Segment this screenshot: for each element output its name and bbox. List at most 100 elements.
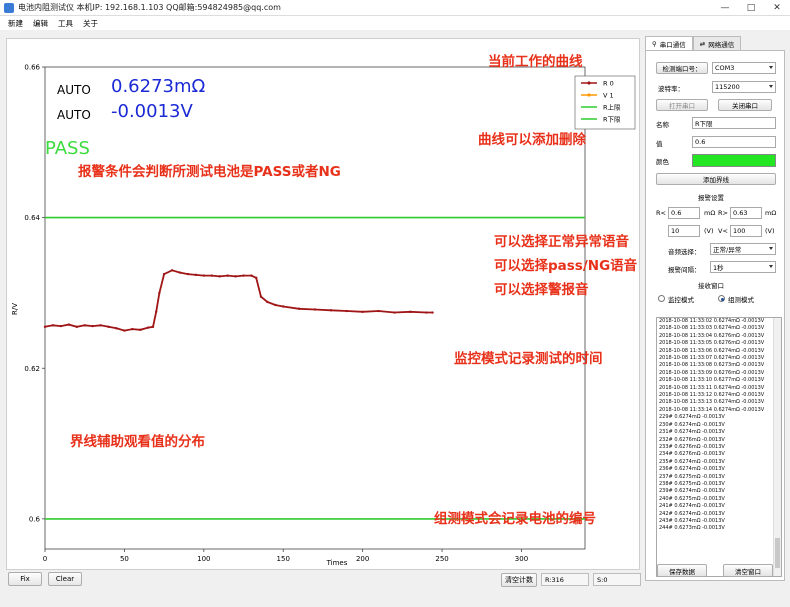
x-tick-label: 50 <box>120 555 129 563</box>
value-input[interactable]: 0.6 <box>692 136 776 148</box>
data-point <box>393 311 396 314</box>
data-point <box>147 326 150 329</box>
y-tick-label: 0.6 <box>29 515 41 523</box>
name-input[interactable]: R下限 <box>692 117 776 129</box>
data-point <box>67 323 71 326</box>
settings-panel: ⚲ 串口通信 ⇄ 网络通信 检测端口号： COM3 波特率： 115200 打开… <box>645 36 785 581</box>
data-point <box>194 273 198 277</box>
resistance-value: 0.6273mΩ <box>111 76 206 97</box>
bottom-bar: Fix Clear 清空计数 R:316 S:0 <box>0 572 645 590</box>
y-tick-label: 0.66 <box>24 64 40 72</box>
color-swatch[interactable] <box>692 154 776 167</box>
log-line: 2018-10-08 11:33:06 0.6274mΩ -0.0013V <box>659 347 765 354</box>
data-point <box>131 327 134 331</box>
menu-item-edit[interactable]: 编辑 <box>33 18 48 29</box>
log-line: 2018-10-08 11:33:07 0.6274mΩ -0.0013V <box>659 355 765 362</box>
receive-log[interactable]: 2018-10-08 11:33:02 0.6274mΩ -0.0013V 201… <box>656 317 782 577</box>
log-line: 230# 0.6274mΩ -0.0013V <box>659 421 725 428</box>
interval-select[interactable]: 1秒 <box>710 261 776 273</box>
log-line: 2018-10-08 11:33:05 0.6276mΩ -0.0013V <box>659 340 765 347</box>
data-point <box>255 276 258 280</box>
chevron-down-icon <box>769 265 773 268</box>
voice-select[interactable]: 正常/异常 <box>710 243 776 255</box>
close-port-button[interactable]: 关闭串口 <box>718 99 772 111</box>
r-upper-label: R> <box>718 209 728 217</box>
save-data-button[interactable]: 保存数据 <box>657 564 707 577</box>
clear-window-button[interactable]: 清空窗口 <box>723 564 773 577</box>
line-chart: 0.66 0.64 0.62 0.6 0 50 100 150 200 250 300 Times… <box>11 64 636 567</box>
data-point <box>186 272 190 276</box>
port-select[interactable]: COM3 <box>712 62 776 74</box>
data-point <box>91 324 94 328</box>
add-boundary-button[interactable]: 添加界线 <box>656 173 776 185</box>
data-point <box>170 269 174 272</box>
voice-label: 音频选择： <box>668 248 701 256</box>
menu-item-about[interactable]: 关于 <box>83 18 98 29</box>
plug-icon: ⚲ <box>652 40 657 48</box>
port-select-value: COM3 <box>715 64 735 72</box>
annotation-voice-3: 可以选择警报音 <box>494 282 589 298</box>
clear-button[interactable]: Clear <box>48 572 82 586</box>
annotation-current-curve: 当前工作的曲线 <box>488 54 583 70</box>
plot-panel: 0.66 0.64 0.62 0.6 0 50 100 150 200 250 300 Times… <box>6 38 640 570</box>
chevron-down-icon <box>769 66 773 69</box>
chart-legend: R 0 V 1 R上限 R下限 <box>574 75 636 130</box>
log-line: 2018-10-08 11:33:14 0.6274mΩ -0.0013V <box>659 406 765 413</box>
legend-label-lower: R下限 <box>603 115 621 124</box>
log-line: 2018-10-08 11:33:08 0.6273mΩ -0.0013V <box>659 362 765 369</box>
x-tick-label: 100 <box>197 555 210 563</box>
x-tick-label: 0 <box>43 555 47 563</box>
r-lower-unit: mΩ <box>704 209 716 217</box>
log-scrollbar-thumb[interactable] <box>775 538 780 568</box>
data-point <box>139 328 142 332</box>
data-point <box>297 307 301 310</box>
data-point <box>51 324 55 327</box>
baud-label: 波特率： <box>658 85 684 93</box>
data-point <box>83 324 86 327</box>
data-point <box>234 275 237 278</box>
menu-item-tools[interactable]: 工具 <box>58 18 73 29</box>
annotation-alarm: 报警条件会判断所测试电池是PASS或者NG <box>78 164 341 180</box>
annotation-voice-1: 可以选择正常异常语音 <box>494 234 629 250</box>
data-point <box>226 274 229 277</box>
maximize-icon[interactable]: □ <box>738 0 764 16</box>
detect-port-button[interactable]: 检测端口号： <box>656 62 708 74</box>
data-point <box>282 305 285 308</box>
x-tick-label: 200 <box>356 555 369 563</box>
baud-select[interactable]: 115200 <box>712 81 776 93</box>
v-upper-label: V< <box>718 227 728 235</box>
tab-network[interactable]: ⇄ 网络通信 <box>692 36 742 50</box>
r-lower-input[interactable]: 0.6 <box>668 207 700 219</box>
v-upper-unit: (V) <box>765 227 775 235</box>
minimize-icon[interactable]: — <box>712 0 738 16</box>
group-mode-radio[interactable] <box>718 295 725 302</box>
data-point <box>75 325 78 329</box>
log-line: 233# 0.6276mΩ -0.0013V <box>659 443 725 450</box>
title-bar: 电池内阻测试仪 本机IP: 192.168.1.103 QQ邮箱:5948249… <box>0 0 790 16</box>
v-lower-input[interactable]: 10 <box>668 225 700 237</box>
data-point <box>218 275 221 278</box>
log-line: 235# 0.6274mΩ -0.0013V <box>659 458 725 465</box>
data-point <box>266 300 269 304</box>
data-point <box>154 310 158 313</box>
chevron-down-icon <box>769 85 773 88</box>
tab-serial-label: 串口通信 <box>659 41 686 49</box>
color-label: 颜色 <box>656 158 669 166</box>
open-port-button[interactable]: 打开串口 <box>656 99 708 111</box>
monitor-mode-radio[interactable] <box>658 295 665 302</box>
close-icon[interactable]: ✕ <box>764 0 790 16</box>
x-tick-label: 150 <box>277 555 290 563</box>
annotation-voice-2: 可以选择pass/NG语音 <box>494 258 638 274</box>
clear-count-button[interactable]: 清空计数 <box>501 573 537 587</box>
menu-item-new[interactable]: 新建 <box>8 18 23 29</box>
data-point <box>123 329 126 332</box>
fix-button[interactable]: Fix <box>8 572 42 586</box>
log-scrollbar[interactable] <box>773 318 781 576</box>
data-point <box>345 309 348 313</box>
log-line: 232# 0.6276mΩ -0.0013V <box>659 436 725 443</box>
v-upper-input[interactable]: 100 <box>730 225 762 237</box>
data-point <box>59 324 63 328</box>
r-upper-input[interactable]: 0.63 <box>730 207 762 219</box>
tab-serial[interactable]: ⚲ 串口通信 <box>645 36 693 51</box>
x-tick-label: 300 <box>515 555 528 563</box>
